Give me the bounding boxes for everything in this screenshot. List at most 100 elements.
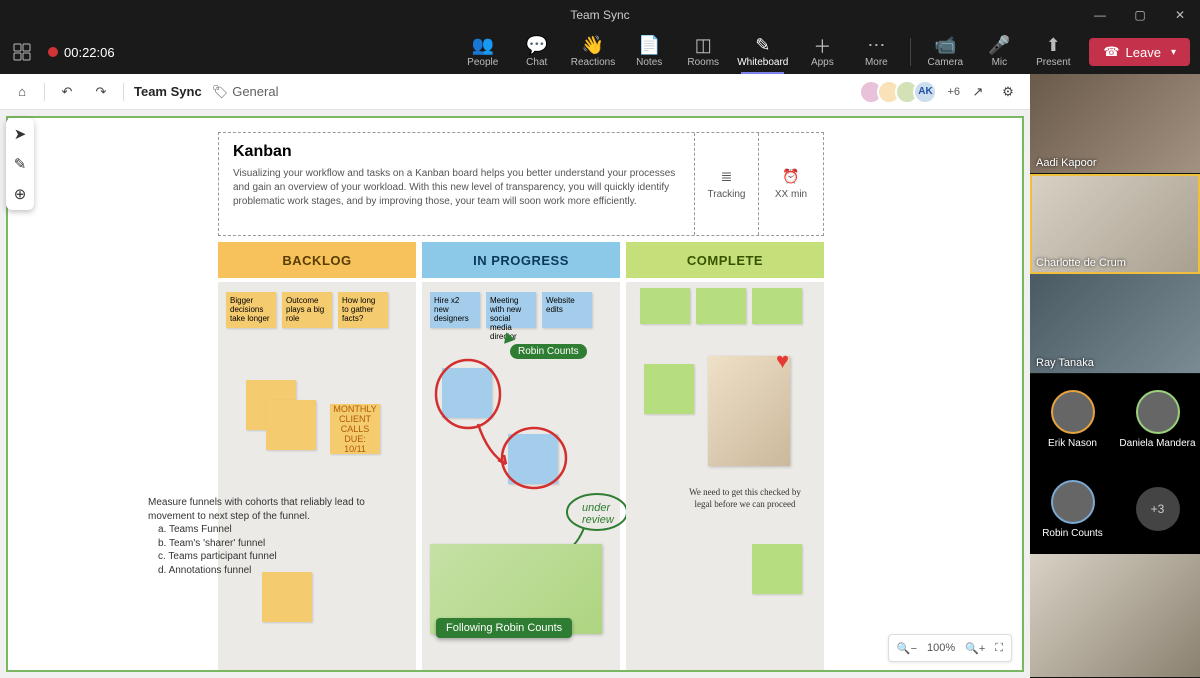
home-button[interactable]: ⌂ [10,80,34,104]
plus-icon: ＋ [813,37,831,55]
more-participants-count[interactable]: +6 [947,86,960,98]
rooms-icon: ◫ [695,37,712,55]
avatar [1051,390,1095,434]
more-participants[interactable]: +3 [1115,464,1200,554]
participant-mini[interactable]: Erik Nason [1030,374,1115,464]
settings-button[interactable]: ⚙ [996,80,1020,104]
more-button[interactable]: ⋯More [852,35,900,70]
avatar [1051,480,1095,524]
zoom-out-button[interactable]: 🔍− [897,642,917,655]
backlog-lane[interactable]: Bigger decisions take longer Outcome pla… [218,282,416,670]
complete-lane[interactable]: ♥ We need to get this checked by legal b… [626,282,824,670]
titlebar: Team Sync — ▢ ✕ [0,0,1200,30]
board-title: Team Sync [134,84,202,99]
apps-button[interactable]: ＋Apps [798,35,846,70]
sticky-note-monthly[interactable]: MONTHLY CLIENT CALLSDUE: 10/11 [330,404,380,454]
sticky-note[interactable]: Meeting with new social media director [486,292,536,328]
whiteboard-canvas[interactable]: Kanban Visualizing your workflow and tas… [6,116,1024,672]
present-button[interactable]: ⬆Present [1029,35,1077,70]
leave-button[interactable]: ☎ Leave ▾ [1089,38,1190,66]
sticky-note[interactable] [262,572,312,622]
sticky-note[interactable] [696,288,746,324]
zoom-in-button[interactable]: 🔍+ [965,642,985,655]
camera-button[interactable]: 📹Camera [921,35,969,70]
recording-time: 00:22:06 [64,45,115,60]
sticky-note[interactable] [752,544,802,594]
kanban-meta-tracking: ≣Tracking [695,133,759,235]
tag-icon: 🏷 [212,84,229,100]
participant-tile[interactable]: Aadi Kapoor [1030,74,1200,174]
notes-button[interactable]: 📄Notes [625,35,673,70]
undo-button[interactable]: ↶ [55,80,79,104]
clock-icon: ⏰ [782,168,799,185]
sticky-note[interactable] [640,288,690,324]
redo-button[interactable]: ↷ [89,80,113,104]
channel-chip[interactable]: 🏷 General [212,84,279,100]
notes-icon: 📄 [638,37,660,55]
participant-tile[interactable]: Charlotte de Crum [1030,174,1200,274]
column-headers: BACKLOG IN PROGRESS COMPLETE [218,242,824,278]
participant-tile[interactable] [1030,554,1200,678]
minimize-button[interactable]: — [1080,0,1120,30]
tool-palette: ➤ ✎ ⊕ [6,118,34,210]
kanban-header-box: Kanban Visualizing your workflow and tas… [218,132,824,236]
reactions-icon: 👋 [582,37,604,55]
reactions-button[interactable]: 👋Reactions [567,35,619,70]
avatar [1136,390,1180,434]
chat-icon: 💬 [526,37,548,55]
window-controls: — ▢ ✕ [1080,0,1200,30]
participant-mini-row: Erik Nason Daniela Mandera [1030,374,1200,464]
toolbar-divider [910,38,911,66]
zoom-level: 100% [927,642,955,654]
add-tool[interactable]: ⊕ [10,184,30,204]
zoom-control: 🔍− 100% 🔍+ ⛶ [888,634,1012,662]
following-pill[interactable]: Following Robin Counts [436,618,572,638]
fit-button[interactable]: ⛶ [995,642,1003,655]
chat-button[interactable]: 💬Chat [513,35,561,70]
whiteboard-header: ⌂ ↶ ↷ Team Sync 🏷 General AK +6 ↗ ⚙ [0,74,1030,110]
share-button[interactable]: ↗ [966,80,990,104]
sticky-note[interactable] [752,288,802,324]
whiteboard-body: ➤ ✎ ⊕ Kanban Visualizing your workflow a… [0,110,1030,678]
sticky-note[interactable] [266,400,316,450]
record-icon [48,47,58,57]
pen-tool[interactable]: ✎ [10,154,30,174]
participant-mini[interactable]: Robin Counts [1030,464,1115,554]
sticky-note[interactable] [644,364,694,414]
legal-note: We need to get this checked by legal bef… [680,486,810,510]
apps-grid-icon[interactable] [10,40,34,64]
present-icon: ⬆ [1046,37,1061,55]
whiteboard-icon: ✎ [755,37,770,55]
recording-indicator: 00:22:06 [48,45,115,60]
sticky-note[interactable]: Hire x2 new designers [430,292,480,328]
progress-lane[interactable]: Hire x2 new designers Meeting with new s… [422,282,620,670]
avatar-stack[interactable]: AK [865,80,937,104]
avatar: AK [913,80,937,104]
sticky-note[interactable]: Bigger decisions take longer [226,292,276,328]
participant-mini-row: Robin Counts +3 [1030,464,1200,554]
participant-tile[interactable]: Ray Tanaka [1030,274,1200,374]
close-button[interactable]: ✕ [1160,0,1200,30]
kanban-meta-time: ⏰XX min [759,133,823,235]
progress-header: IN PROGRESS [422,242,620,278]
sticky-note[interactable]: Outcome plays a big role [282,292,332,328]
main-row: ⌂ ↶ ↷ Team Sync 🏷 General AK +6 ↗ ⚙ [0,74,1200,678]
funnel-note: Measure funnels with cohorts that reliab… [148,496,378,577]
maximize-button[interactable]: ▢ [1120,0,1160,30]
participants-panel: Aadi Kapoor Charlotte de Crum Ray Tanaka… [1030,74,1200,678]
whiteboard-area: ⌂ ↶ ↷ Team Sync 🏷 General AK +6 ↗ ⚙ [0,74,1030,678]
window-title: Team Sync [570,8,629,22]
rooms-button[interactable]: ◫Rooms [679,35,727,70]
meeting-toolbar: 00:22:06 👥People 💬Chat 👋Reactions 📄Notes… [0,30,1200,74]
phone-icon: ☎ [1103,44,1119,60]
people-button[interactable]: 👥People [459,35,507,70]
sticky-note[interactable]: Website edits [542,292,592,328]
backlog-header: BACKLOG [218,242,416,278]
mic-button[interactable]: 🎤Mic [975,35,1023,70]
kanban-description: Visualizing your workflow and tasks on a… [233,167,680,209]
participant-mini[interactable]: Daniela Mandera [1115,374,1200,464]
list-icon: ≣ [721,168,733,185]
whiteboard-button[interactable]: ✎Whiteboard [733,35,792,70]
select-tool[interactable]: ➤ [10,124,30,144]
sticky-note[interactable]: How long to gather facts? [338,292,388,328]
